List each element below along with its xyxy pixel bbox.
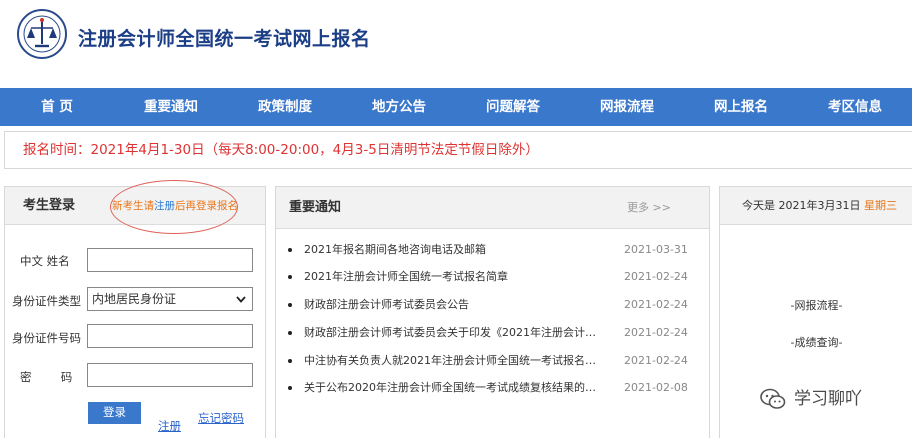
bullet-icon bbox=[288, 275, 292, 279]
notice-title: 2021年报名期间各地咨询电话及邮箱 bbox=[304, 243, 486, 256]
bullet-icon bbox=[288, 303, 292, 307]
notice-title: 中注协有关负责人就2021年注册会计师全国统一考试报名相... bbox=[304, 354, 604, 367]
registration-time-banner: 报名时间：2021年4月1-30日（每天8:00-20:00，4月3-5日清明节… bbox=[4, 131, 912, 169]
nav-policies[interactable]: 政策制度 bbox=[228, 88, 342, 126]
notice-item[interactable]: 2021年报名期间各地咨询电话及邮箱 2021-03-31 bbox=[288, 241, 706, 259]
password-label: 密 码 bbox=[20, 370, 73, 384]
bullet-icon bbox=[288, 248, 292, 252]
wechat-icon bbox=[760, 388, 786, 409]
notice-title: 关于公布2020年注册会计师全国统一考试成绩复核结果的公... bbox=[304, 381, 604, 394]
cicpa-logo-icon bbox=[17, 9, 67, 59]
notice-date: 2021-02-24 bbox=[624, 270, 688, 283]
watermark: 学习聊吖 bbox=[760, 386, 910, 412]
name-label: 中文 姓名 bbox=[20, 254, 70, 268]
header: 注册会计师全国统一考试网上报名 bbox=[0, 0, 912, 88]
notice-item[interactable]: 2021年注册会计师全国统一考试报名简章 2021-02-24 bbox=[288, 268, 706, 286]
login-button[interactable]: 登录 bbox=[88, 402, 141, 424]
today-date: 今天是 2021年3月31日 星期三 bbox=[742, 187, 897, 225]
bullet-icon bbox=[288, 386, 292, 390]
info-panel-header: 今天是 2021年3月31日 星期三 bbox=[720, 187, 912, 225]
notice-item[interactable]: 关于公布2020年注册会计师全国统一考试成绩复核结果的公... 2021-02-… bbox=[288, 379, 706, 397]
notice-date: 2021-02-24 bbox=[624, 326, 688, 339]
notice-title: 财政部注册会计师考试委员会公告 bbox=[304, 298, 469, 311]
notice-item[interactable]: 中注协有关负责人就2021年注册会计师全国统一考试报名相... 2021-02-… bbox=[288, 352, 706, 370]
watermark-text: 学习聊吖 bbox=[794, 389, 862, 409]
nav-local-announcements[interactable]: 地方公告 bbox=[342, 88, 456, 126]
notice-item[interactable]: 财政部注册会计师考试委员会关于印发《2021年注册会计师... 2021-02-… bbox=[288, 324, 706, 342]
forgot-password-link[interactable]: 忘记密码 bbox=[198, 410, 244, 426]
site-title: 注册会计师全国统一考试网上报名 bbox=[78, 28, 371, 50]
id-number-label: 身份证件号码 bbox=[12, 331, 81, 345]
main-nav: 首 页 重要通知 政策制度 地方公告 问题解答 网报流程 网上报名 考区信息 bbox=[0, 88, 912, 126]
nav-registration-process[interactable]: 网报流程 bbox=[570, 88, 684, 126]
notice-title: 财政部注册会计师考试委员会关于印发《2021年注册会计师... bbox=[304, 326, 604, 339]
password-input[interactable] bbox=[87, 363, 253, 387]
nav-exam-area-info[interactable]: 考区信息 bbox=[798, 88, 912, 126]
notice-date: 2021-03-31 bbox=[624, 243, 688, 256]
notice-title: 2021年注册会计师全国统一考试报名简章 bbox=[304, 270, 508, 283]
register-link[interactable]: 注册 bbox=[158, 418, 181, 434]
id-type-select[interactable]: 内地居民身份证 bbox=[87, 287, 253, 311]
nav-home[interactable]: 首 页 bbox=[0, 88, 114, 126]
today-prefix: 今天是 2021年3月31日 bbox=[742, 199, 864, 212]
more-link[interactable]: 更多 >> bbox=[627, 187, 671, 229]
highlight-circle bbox=[110, 180, 238, 234]
today-weekday: 星期三 bbox=[863, 199, 897, 212]
notice-date: 2021-02-24 bbox=[624, 354, 688, 367]
bullet-icon bbox=[288, 331, 292, 335]
id-type-selected-value: 内地居民身份证 bbox=[92, 292, 177, 306]
name-input[interactable] bbox=[87, 248, 253, 272]
notice-date: 2021-02-24 bbox=[624, 298, 688, 311]
chevron-down-icon bbox=[236, 296, 246, 303]
bullet-icon bbox=[288, 359, 292, 363]
id-type-label: 身份证件类型 bbox=[12, 294, 81, 308]
registration-time-text: 报名时间：2021年4月1-30日（每天8:00-20:00，4月3-5日清明节… bbox=[23, 142, 539, 158]
notices-title: 重要通知 bbox=[289, 200, 342, 215]
nav-faq[interactable]: 问题解答 bbox=[456, 88, 570, 126]
notices-panel-header: 重要通知 更多 >> bbox=[276, 187, 709, 229]
id-number-input[interactable] bbox=[87, 324, 253, 348]
nav-important-notices[interactable]: 重要通知 bbox=[114, 88, 228, 126]
login-title: 考生登录 bbox=[23, 198, 76, 213]
score-query-link[interactable]: -成绩查询- bbox=[720, 334, 912, 350]
notice-date: 2021-02-08 bbox=[624, 381, 688, 394]
notice-item[interactable]: 财政部注册会计师考试委员会公告 2021-02-24 bbox=[288, 296, 706, 314]
notices-panel: 重要通知 更多 >> 2021年报名期间各地咨询电话及邮箱 2021-03-31… bbox=[275, 186, 710, 438]
nav-online-registration[interactable]: 网上报名 bbox=[684, 88, 798, 126]
page: 注册会计师全国统一考试网上报名 首 页 重要通知 政策制度 地方公告 问题解答 … bbox=[0, 0, 912, 438]
registration-process-link[interactable]: -网报流程- bbox=[720, 297, 912, 313]
